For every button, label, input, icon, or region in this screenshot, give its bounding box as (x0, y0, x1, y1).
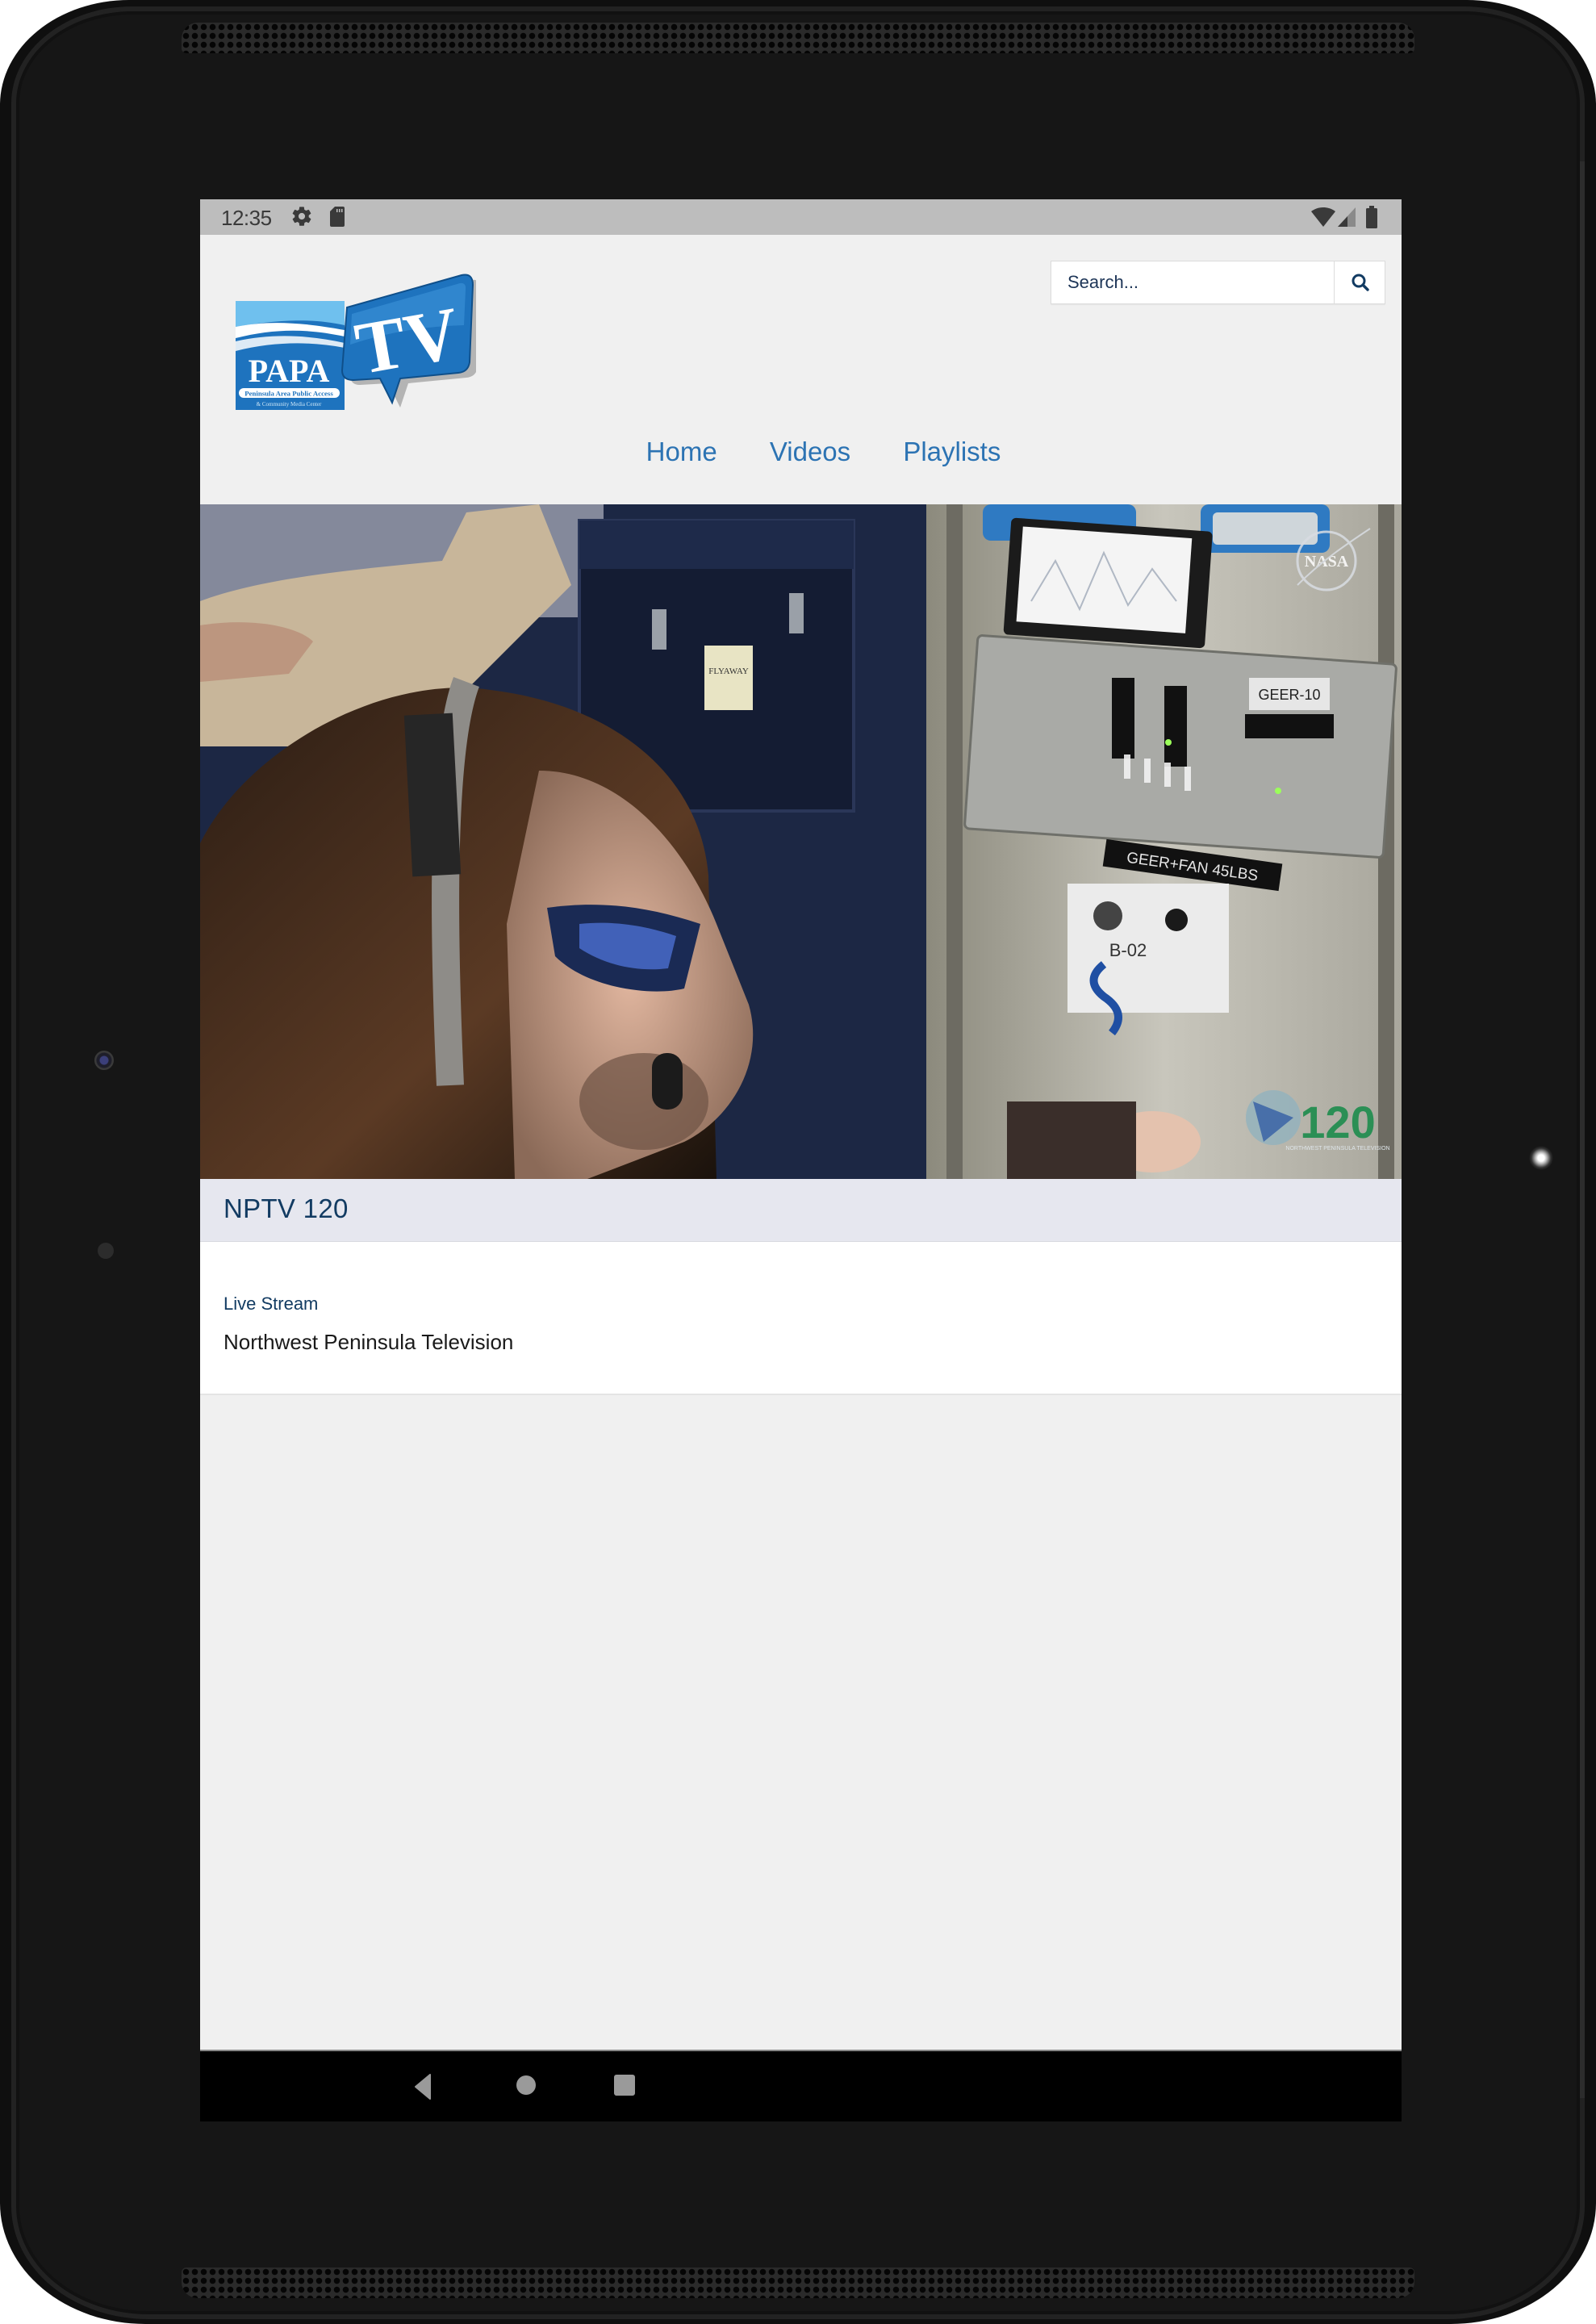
video-frame: FLYAWAY GEER-10 GEER+FAN 45LBS B-02 NASA… (200, 504, 1402, 1179)
nasa-text: NASA (1305, 553, 1349, 571)
video-player[interactable]: FLYAWAY GEER-10 GEER+FAN 45LBS B-02 NASA… (200, 504, 1402, 1179)
recents-icon[interactable] (613, 2074, 636, 2096)
search-icon (1352, 274, 1369, 291)
speaker-grille-bottom (182, 2268, 1414, 2298)
flyaway-label: FLYAWAY (708, 667, 749, 676)
gear-icon (292, 207, 311, 226)
status-time: 12:35 (221, 206, 272, 230)
channel-category: Live Stream (224, 1294, 319, 1314)
wifi-icon (1311, 207, 1335, 227)
logo-papa-text: PAPA (249, 353, 330, 389)
back-icon[interactable] (414, 2074, 432, 2100)
screen: 12:35 PAPA Peninsula Area Public Access … (200, 199, 1402, 2121)
logo-subtagline: & Community Media Center (257, 401, 322, 408)
speaker-grille-top (182, 23, 1414, 53)
channel-title-bar: NPTV 120 (200, 1179, 1402, 1242)
search-input[interactable] (1051, 261, 1334, 303)
logo-tagline: Peninsula Area Public Access (244, 390, 333, 398)
channel-bug-caption: NORTHWEST PENINSULA TELEVISION (1285, 1146, 1389, 1152)
nav-videos[interactable]: Videos (770, 437, 850, 467)
channel-description: Northwest Peninsula Television (224, 1330, 514, 1354)
channel-title: NPTV 120 (224, 1193, 349, 1223)
channel-info-card: Live Stream Northwest Peninsula Televisi… (200, 1242, 1402, 1395)
channel-bug-number: 120 (1300, 1097, 1375, 1147)
nav-home[interactable]: Home (646, 437, 717, 467)
notification-led (1529, 1146, 1553, 1170)
light-sensor (98, 1243, 114, 1259)
sd-card-icon (330, 207, 345, 227)
geer-10-label: GEER-10 (1258, 687, 1320, 703)
channel-bug: 120 NORTHWEST PENINSULA TELEVISION (1246, 1090, 1390, 1152)
battery-icon (1366, 206, 1377, 228)
nav-playlists[interactable]: Playlists (903, 437, 1001, 467)
cell-signal-icon (1338, 207, 1356, 227)
main-nav: Home Videos Playlists (200, 437, 1402, 467)
status-bar: 12:35 (200, 199, 1402, 235)
search-box (1051, 261, 1385, 304)
site-header: PAPA Peninsula Area Public Access & Comm… (200, 235, 1402, 504)
tablet-side-edge (1580, 161, 1585, 2098)
equipment-rack: GEER-10 GEER+FAN 45LBS B-02 (926, 504, 1402, 1179)
home-icon[interactable] (515, 2074, 537, 2096)
system-nav-bar (200, 2050, 1402, 2121)
box-label: B-02 (1109, 940, 1147, 960)
papa-tv-logo[interactable]: PAPA Peninsula Area Public Access & Comm… (234, 261, 476, 414)
search-button[interactable] (1334, 261, 1385, 303)
front-camera (94, 1051, 114, 1070)
